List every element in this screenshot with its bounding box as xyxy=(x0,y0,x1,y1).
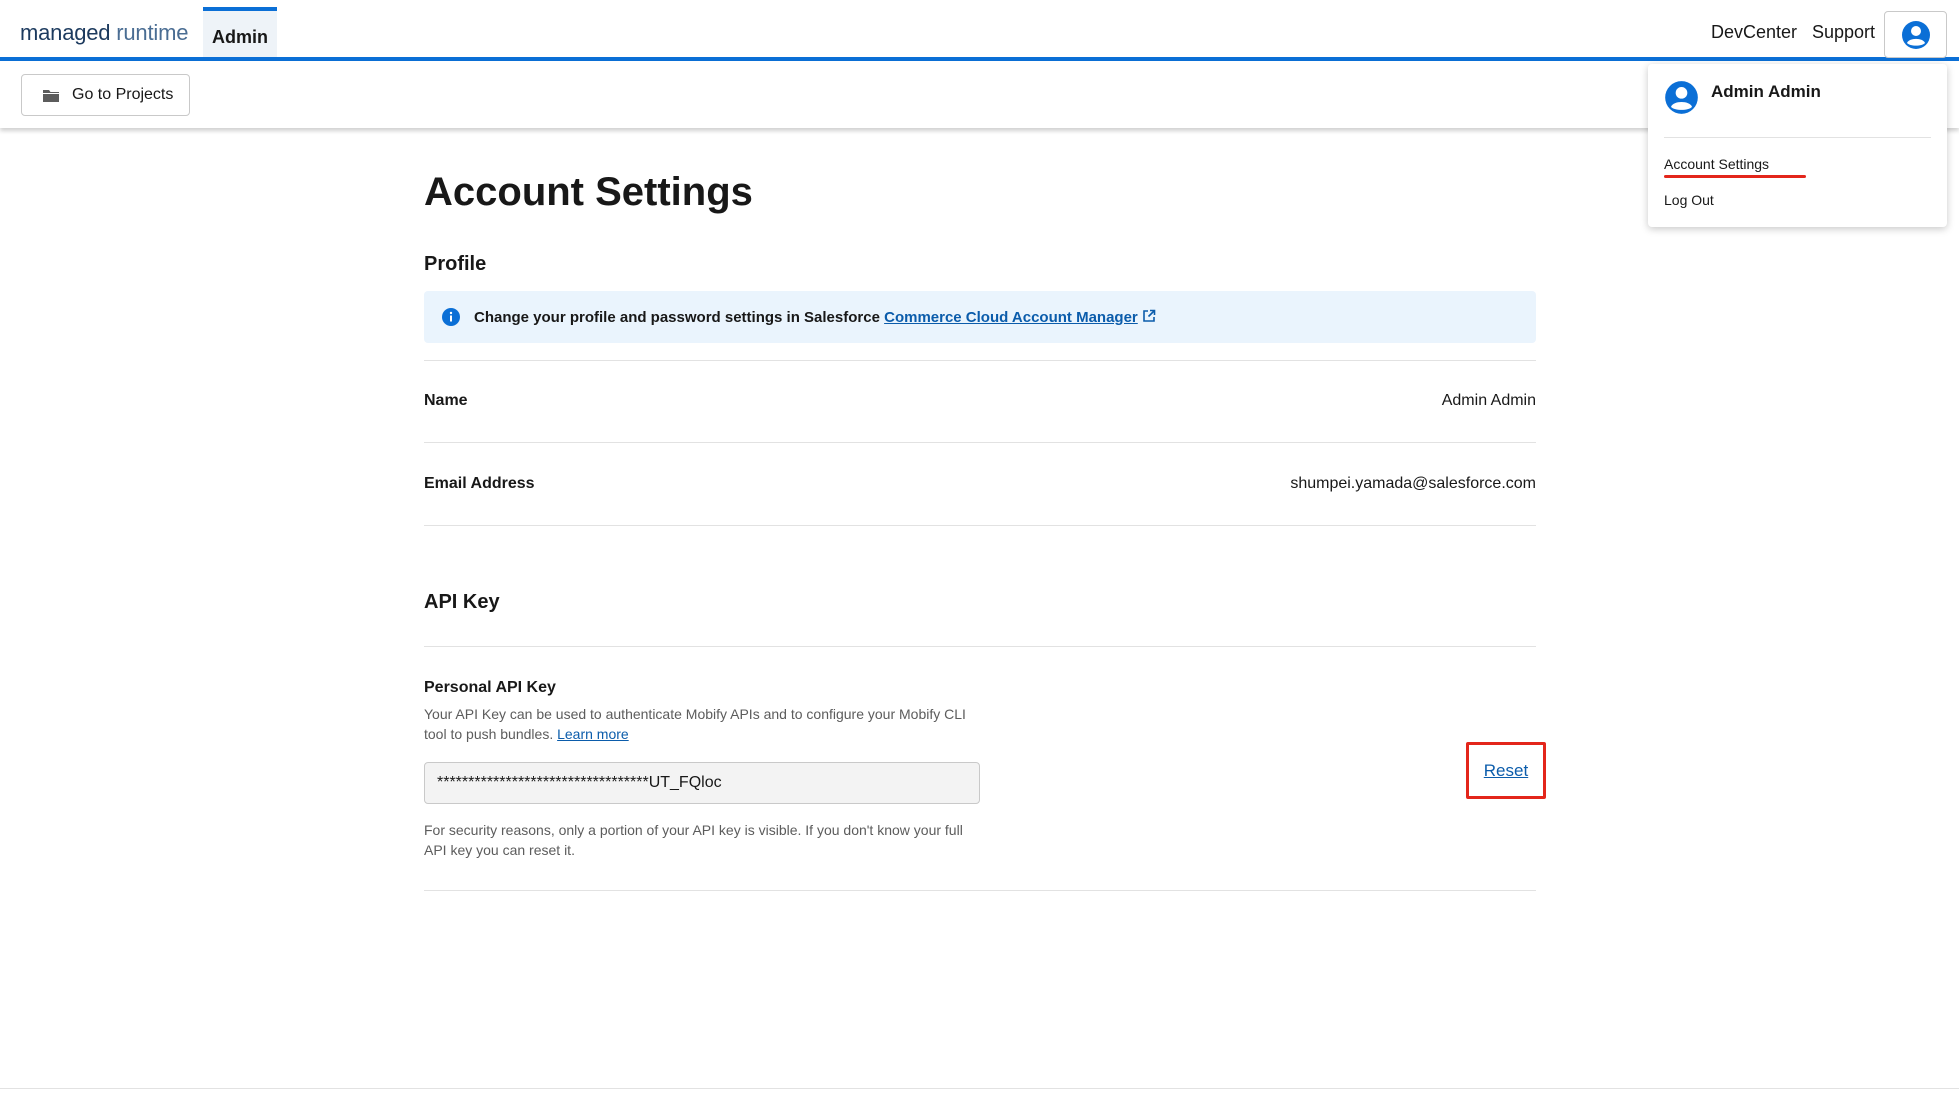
learn-more-link[interactable]: Learn more xyxy=(557,726,629,742)
reset-label: Reset xyxy=(1483,760,1529,780)
reset-api-key-button[interactable]: Reset xyxy=(1466,742,1546,799)
logo-main-text: managed xyxy=(20,20,111,45)
divider xyxy=(424,525,1536,526)
api-key-security-note: For security reasons, only a portion of … xyxy=(424,822,963,858)
api-key-description-text: Your API Key can be used to authenticate… xyxy=(424,706,966,742)
dropdown-user-name: Admin Admin xyxy=(1711,82,1821,101)
info-icon xyxy=(442,308,460,326)
folder-icon xyxy=(43,89,59,102)
footer-divider xyxy=(0,1088,1959,1089)
name-label: Name xyxy=(424,392,468,409)
account-manager-link[interactable]: Commerce Cloud Account Manager xyxy=(884,309,1138,326)
highlight-underline xyxy=(1664,175,1806,178)
menu-item-account-settings[interactable]: Account Settings xyxy=(1664,156,1769,172)
user-avatar-icon xyxy=(1665,81,1698,114)
page-title: Account Settings xyxy=(424,170,753,214)
api-key-description: Your API Key can be used to authenticate… xyxy=(424,704,984,744)
dropdown-divider xyxy=(1664,137,1931,138)
api-key-heading: API Key xyxy=(424,591,500,613)
tab-admin[interactable]: Admin xyxy=(203,7,277,57)
menu-item-log-out[interactable]: Log Out xyxy=(1664,192,1714,208)
dropdown-user-info: Admin Admin xyxy=(1664,80,1821,115)
user-dropdown-menu: Admin Admin Account Settings Log Out xyxy=(1648,64,1947,227)
divider xyxy=(424,360,1536,361)
profile-info-banner: Change your profile and password setting… xyxy=(424,291,1536,343)
managed-runtime-logo[interactable]: managed runtime xyxy=(20,20,188,46)
name-value: Admin Admin xyxy=(1441,392,1536,409)
divider xyxy=(424,890,1536,891)
email-value: shumpei.yamada@salesforce.com xyxy=(1290,475,1536,492)
top-navigation-bar: managed runtime Admin DevCenter Support xyxy=(0,0,1959,61)
info-text: Change your profile and password setting… xyxy=(474,308,880,326)
external-link-icon[interactable] xyxy=(1142,309,1156,323)
logo-light-text: runtime xyxy=(116,20,189,45)
api-key-field[interactable]: **********************************UT_FQl… xyxy=(424,762,980,804)
user-menu-button[interactable] xyxy=(1884,11,1947,58)
divider xyxy=(424,646,1536,647)
go-to-projects-label: Go to Projects xyxy=(72,86,174,103)
support-link[interactable]: Support xyxy=(1812,22,1875,43)
email-label: Email Address xyxy=(424,475,535,492)
personal-api-key-label: Personal API Key xyxy=(424,679,556,696)
go-to-projects-button[interactable]: Go to Projects xyxy=(21,74,190,116)
profile-heading: Profile xyxy=(424,253,487,275)
divider xyxy=(424,442,1536,443)
devcenter-link[interactable]: DevCenter xyxy=(1711,22,1797,43)
user-circle-icon xyxy=(1901,20,1930,49)
